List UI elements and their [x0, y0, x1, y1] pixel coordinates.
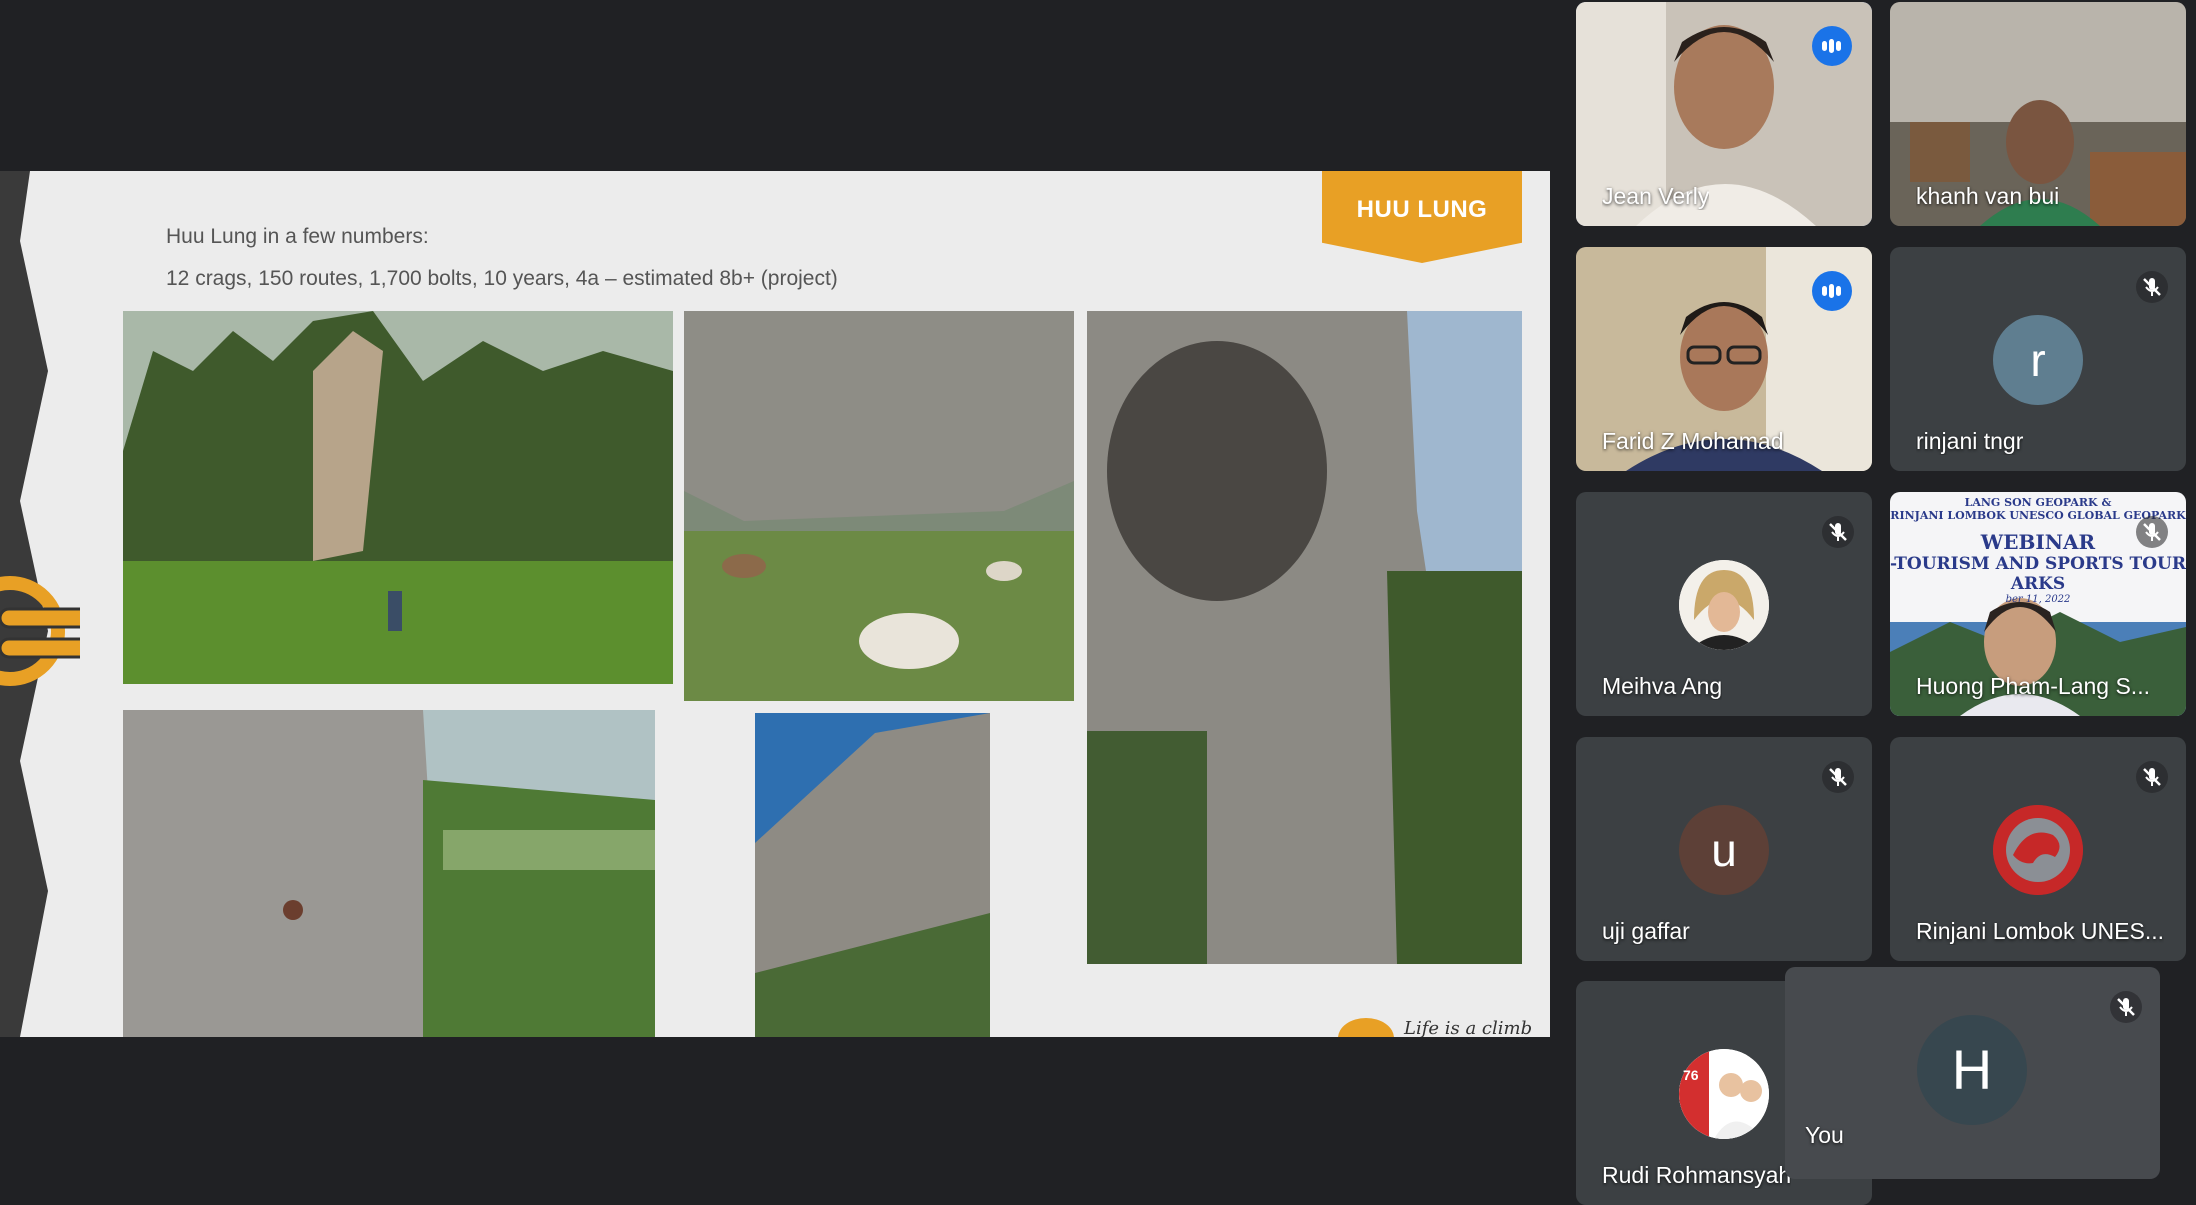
- photo-climber-on-wall: [123, 710, 655, 1037]
- webinar-banner-line: ARKS: [2010, 574, 2066, 594]
- mic-off-icon: [1822, 761, 1854, 793]
- mic-off-icon: [2110, 991, 2142, 1023]
- slide-stats-text: 12 crags, 150 routes, 1,700 bolts, 10 ye…: [166, 267, 838, 290]
- photo-rice-field-cliffs: [123, 311, 673, 684]
- participant-name: You: [1805, 1122, 1844, 1148]
- participant-name: Jean Verly: [1602, 183, 1710, 209]
- photo-tall-limestone-cliff: [1087, 311, 1522, 964]
- mic-off-icon: [2136, 761, 2168, 793]
- photo-cliff-blue-sky: [755, 713, 990, 1037]
- slide-chevron-decoration: [0, 171, 80, 1037]
- participant-name: khanh van bui: [1916, 183, 2060, 209]
- shared-presentation-slide: HUU LUNG Huu Lung in a few numbers: 12 c…: [0, 171, 1550, 1037]
- participant-tile-rinjani-lombok-unesco[interactable]: Rinjani Lombok UNES...: [1890, 737, 2186, 961]
- participant-tile-uji-gaffar[interactable]: u uji gaffar: [1576, 737, 1872, 961]
- mic-off-icon: [2136, 271, 2168, 303]
- slide-section-tag: HUU LUNG: [1322, 171, 1522, 263]
- participant-name: Huong Pham-Lang S...: [1916, 673, 2150, 699]
- participant-name: Rudi Rohmansyah: [1602, 1162, 1792, 1188]
- participant-tile-huong-pham-lang[interactable]: LANG SON GEOPARK & RINJANI LOMBOK UNESCO…: [1890, 492, 2186, 716]
- slide-motto: Life is a climb: [1404, 1018, 1533, 1037]
- participant-avatar: [1993, 805, 2083, 895]
- self-view-tile[interactable]: H You: [1785, 967, 2160, 1179]
- participant-name: Rinjani Lombok UNES...: [1916, 918, 2164, 944]
- participant-avatar: H: [1917, 1015, 2027, 1125]
- participant-avatar: r: [1993, 315, 2083, 405]
- participant-avatar: [1679, 560, 1769, 650]
- webinar-banner: LANG SON GEOPARK & RINJANI LOMBOK UNESCO…: [1890, 496, 2186, 605]
- avatar-badge: 76: [1683, 1067, 1699, 1083]
- participant-name: rinjani tngr: [1916, 428, 2024, 454]
- participant-avatar: [1679, 1049, 1769, 1139]
- speaking-indicator-icon: [1812, 26, 1852, 66]
- participant-tile-rinjani-tngr[interactable]: r rinjani tngr: [1890, 247, 2186, 471]
- webinar-banner-line: -TOURISM AND SPORTS TOURISM: [1890, 554, 2186, 574]
- slide-logo-icon: [1338, 1018, 1394, 1037]
- participant-name: Meihva Ang: [1602, 673, 1723, 699]
- participant-tile-meihva-ang[interactable]: Meihva Ang: [1576, 492, 1872, 716]
- participant-tile-jean-verly[interactable]: Jean Verly: [1576, 2, 1872, 226]
- participant-avatar: u: [1679, 805, 1769, 895]
- webinar-banner-line: ber 11, 2022: [2005, 594, 2071, 605]
- participant-name: Farid Z Mohamad: [1602, 428, 1784, 454]
- webinar-banner-line: LANG SON GEOPARK &: [1964, 496, 2112, 509]
- speaking-indicator-icon: [1812, 271, 1852, 311]
- photo-horses-grazing: [684, 311, 1074, 701]
- slide-intro-text: Huu Lung in a few numbers:: [166, 225, 429, 248]
- mic-off-icon: [2136, 516, 2168, 548]
- participant-tile-khanh-van-bui[interactable]: khanh van bui: [1890, 2, 2186, 226]
- participant-tile-farid-z-mohamad[interactable]: Farid Z Mohamad: [1576, 247, 1872, 471]
- participant-name: uji gaffar: [1602, 918, 1690, 944]
- mic-off-icon: [1822, 516, 1854, 548]
